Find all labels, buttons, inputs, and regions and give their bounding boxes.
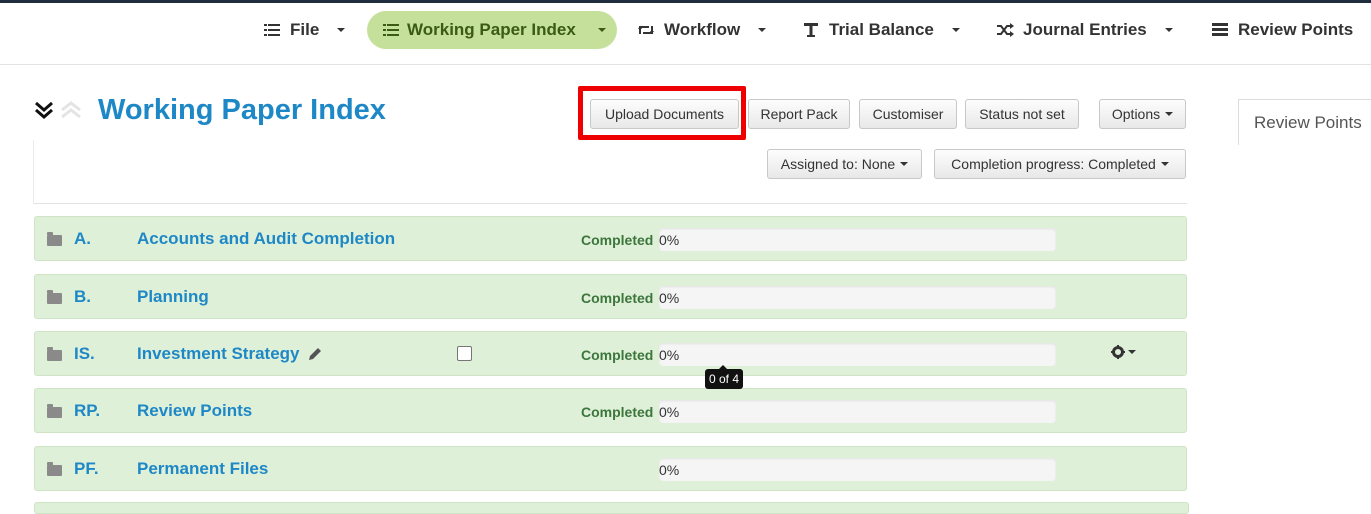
row-code[interactable]: RP. — [74, 401, 100, 421]
progress-bar: 0% — [659, 286, 1056, 309]
folder-icon — [47, 290, 62, 304]
caret-down-icon — [758, 28, 767, 32]
row-checkbox[interactable] — [457, 346, 472, 361]
index-row[interactable]: PF. Permanent Files 0% — [34, 446, 1187, 491]
progress-bar: 0% — [659, 343, 1056, 366]
status-button[interactable]: Status not set — [965, 99, 1079, 129]
progress-bar: 0% — [659, 228, 1056, 251]
caret-down-icon — [1128, 350, 1136, 354]
row-name-link[interactable]: Review Points — [137, 401, 252, 421]
highlight-box — [578, 86, 746, 140]
folder-icon — [47, 404, 62, 418]
text-icon — [801, 22, 821, 38]
row-code[interactable]: PF. — [74, 459, 99, 479]
nav-label: File — [290, 20, 320, 39]
shuffle-icon — [995, 22, 1015, 38]
tasks-icon — [1210, 22, 1230, 38]
nav-working-paper-index[interactable]: Working Paper Index — [367, 11, 617, 49]
folder-icon — [47, 347, 62, 361]
nav-label: Workflow — [664, 20, 741, 39]
index-row[interactable]: A. Accounts and Audit Completion Complet… — [34, 216, 1187, 261]
nav-review-points[interactable]: Review Points — [1210, 11, 1371, 49]
caret-down-icon — [900, 162, 909, 166]
page-title: Working Paper Index — [98, 94, 386, 126]
caret-down-icon — [1164, 28, 1173, 32]
row-code[interactable]: IS. — [74, 344, 95, 364]
nav-label: Journal Entries — [1023, 20, 1147, 39]
divider — [34, 203, 1187, 204]
progress-text: 0% — [659, 290, 680, 306]
assigned-to-dropdown[interactable]: Assigned to: None — [767, 149, 922, 179]
index-row[interactable]: IS. Investment Strategy Completed 0% — [34, 331, 1187, 376]
list-icon — [383, 22, 399, 38]
progress-text: 0% — [659, 404, 680, 420]
nav-file[interactable]: File — [262, 11, 346, 49]
customiser-button[interactable]: Customiser — [859, 99, 957, 129]
caret-down-icon — [1165, 112, 1174, 116]
expand-all-icon[interactable] — [60, 100, 82, 125]
retweet-icon — [636, 22, 656, 38]
progress-text: 0% — [659, 462, 680, 478]
row-code[interactable]: A. — [74, 229, 91, 249]
row-name-link[interactable]: Investment Strategy — [137, 344, 300, 364]
list-icon — [262, 22, 282, 38]
index-row[interactable]: RP. Review Points Completed 0% — [34, 388, 1187, 433]
progress-bar: 0% — [659, 400, 1056, 423]
index-row[interactable]: B. Planning Completed 0% — [34, 274, 1187, 319]
progress-text: 0% — [659, 347, 680, 363]
progress-tooltip: 0 of 4 — [705, 365, 744, 389]
options-button[interactable]: Options — [1099, 99, 1186, 129]
folder-icon — [47, 232, 62, 246]
caret-down-icon — [597, 28, 606, 32]
collapse-all-icon[interactable] — [34, 100, 54, 125]
progress-bar: 0% — [659, 458, 1056, 481]
nav-label: Trial Balance — [829, 20, 934, 39]
status-label: Completed — [581, 232, 654, 248]
top-navbar: File Working Paper Index Workflow Trial … — [0, 3, 1371, 65]
edit-pencil-icon[interactable] — [307, 346, 323, 367]
gear-icon — [1111, 345, 1125, 359]
nav-journal-entries[interactable]: Journal Entries — [995, 11, 1173, 49]
row-name-link[interactable]: Permanent Files — [137, 459, 268, 479]
assigned-label: Assigned to: None — [780, 156, 896, 172]
caret-down-icon — [1160, 162, 1169, 166]
status-label: Completed — [581, 290, 654, 306]
row-name-link[interactable]: Planning — [137, 287, 209, 307]
completion-progress-dropdown[interactable]: Completion progress: Completed — [934, 149, 1186, 179]
row-name-link[interactable]: Accounts and Audit Completion — [137, 229, 395, 249]
index-row[interactable] — [34, 502, 1189, 514]
nav-label: Working Paper Index — [407, 20, 576, 39]
nav-label: Review Points — [1238, 20, 1354, 39]
report-pack-button[interactable]: Report Pack — [748, 99, 850, 129]
row-code[interactable]: B. — [74, 287, 91, 307]
divider — [33, 140, 34, 204]
caret-down-icon — [951, 28, 960, 32]
folder-icon — [47, 462, 62, 476]
tab-review-points[interactable]: Review Points — [1238, 99, 1371, 145]
progress-text: 0% — [659, 232, 680, 248]
options-label: Options — [1111, 106, 1161, 122]
caret-down-icon — [337, 28, 346, 32]
completion-label: Completion progress: Completed — [951, 156, 1156, 172]
status-label: Completed — [581, 347, 654, 363]
nav-trial-balance[interactable]: Trial Balance — [801, 11, 960, 49]
row-settings-button[interactable] — [1111, 345, 1136, 359]
status-label: Completed — [581, 404, 654, 420]
nav-workflow[interactable]: Workflow — [636, 11, 767, 49]
